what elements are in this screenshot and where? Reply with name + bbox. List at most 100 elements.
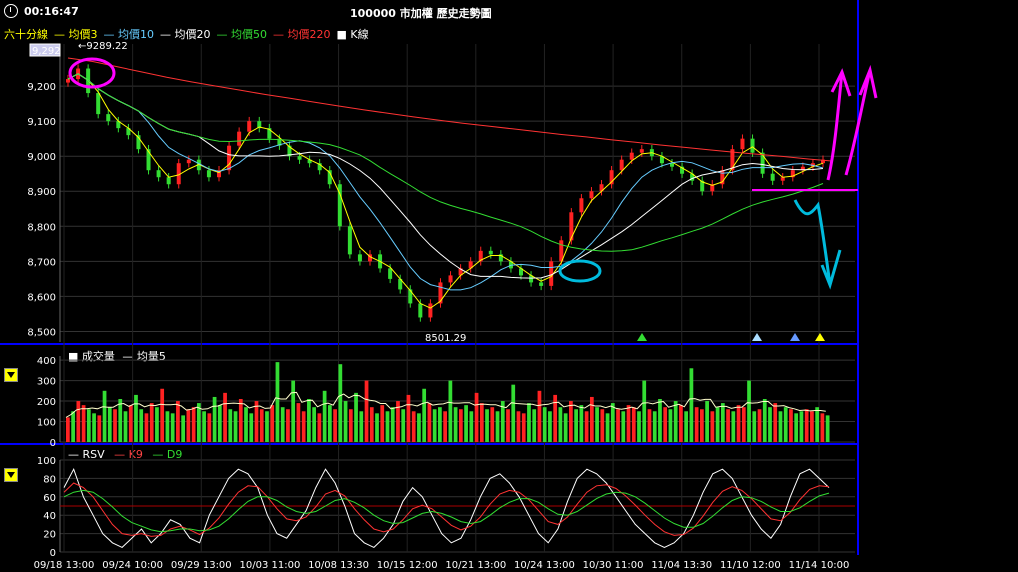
volume-bar [794, 413, 799, 442]
volume-bar [176, 401, 180, 442]
volume-bar [301, 411, 306, 442]
xtick-label: 10/24 13:00 [514, 560, 575, 571]
kd-rsv-line [63, 467, 830, 548]
volume-bar [411, 411, 416, 442]
volume-bar [71, 411, 75, 442]
volume-bar [458, 409, 463, 442]
volume-bar [542, 407, 547, 442]
volume-bar [170, 413, 175, 442]
volume-bar [149, 403, 154, 442]
volume-bar [616, 409, 620, 442]
xtick-label: 09/29 13:00 [171, 560, 232, 571]
volume-bar [307, 399, 311, 442]
volume-bar [736, 405, 741, 442]
volume-bar [233, 411, 238, 442]
chart-canvas[interactable]: 8,500 8,600 8,700 8,800 8,900 9,000 9,100 9,200… [0, 0, 1018, 572]
annotation-circle-cyan [558, 259, 602, 283]
volume-bar [202, 411, 206, 442]
price-ytick-label: 8,600 [27, 292, 56, 303]
volume-bar [631, 407, 636, 442]
volume-bar [747, 380, 751, 442]
volume-bar [254, 401, 259, 442]
volume-bar [705, 401, 709, 442]
candle-body [106, 114, 111, 122]
volume-bar [249, 413, 254, 442]
volume-bar [479, 403, 484, 442]
volume-bar [579, 405, 584, 442]
xtick-label: 11/14 10:00 [789, 560, 850, 571]
volume-bar [165, 411, 170, 442]
volume-bar [600, 409, 605, 442]
volume-bar [490, 407, 495, 442]
volume-bar [86, 409, 91, 442]
price-ytick-label: 8,700 [27, 257, 56, 268]
volume-bar [364, 380, 369, 442]
candle-body [740, 138, 745, 150]
volume-bar [694, 407, 699, 442]
volume-bar [296, 403, 301, 442]
xtick-label: 11/04 13:30 [651, 560, 712, 571]
volume-bar [265, 411, 269, 442]
candle-body [629, 152, 634, 160]
volume-bar [569, 401, 573, 442]
volume-bar [317, 413, 322, 442]
volume-bar [679, 405, 683, 442]
volume-bar [390, 407, 395, 442]
candle-body [579, 198, 584, 213]
volume-bar [275, 362, 280, 442]
signal-marker-1 [752, 333, 762, 341]
volume-bar [259, 409, 264, 442]
volume-bar [134, 394, 138, 442]
xtick-label: 10/15 12:00 [377, 560, 438, 571]
volume-bar [673, 401, 678, 442]
xtick-label: 10/03 11:00 [239, 560, 300, 571]
volume-bar [610, 403, 615, 442]
xtick-label: 10/30 11:00 [583, 560, 644, 571]
candle-body [770, 173, 775, 181]
signal-marker-2 [790, 333, 800, 341]
volume-bar [406, 394, 411, 442]
volume-bar [118, 399, 123, 442]
volume-bar [563, 413, 568, 442]
volume-ytick-label: 100 [37, 418, 56, 429]
candle-body [408, 289, 413, 304]
candle-body [237, 131, 242, 146]
volume-bar [715, 407, 720, 442]
volume-bar [548, 411, 552, 442]
volume-bar [647, 409, 652, 442]
candle-body [206, 170, 211, 178]
volume-bar [558, 407, 563, 442]
volume-bar [762, 399, 767, 442]
signal-marker-0 [637, 333, 647, 341]
candle-body [780, 177, 785, 181]
volume-bar [804, 409, 809, 442]
volume-bar [113, 409, 117, 442]
volume-bar [626, 405, 631, 442]
volume-bar [825, 415, 830, 442]
candle-body [388, 268, 393, 279]
volume-bar [574, 409, 578, 442]
volume-bar [102, 390, 107, 442]
candle-body [428, 303, 433, 318]
candle-body [589, 191, 594, 199]
volume-bar [443, 411, 447, 442]
ma50-line [67, 73, 824, 252]
volume-bar [815, 407, 820, 442]
volume-bar [181, 415, 186, 442]
xtick-label: 09/24 10:00 [102, 560, 163, 571]
candle-body [247, 121, 252, 132]
price-ytick-label: 9,000 [27, 152, 56, 163]
kd-ytick-label: 0 [50, 548, 56, 559]
candle-body [66, 79, 70, 83]
volume-bar [726, 409, 730, 442]
volume-bar [155, 407, 159, 442]
volume-bar [291, 380, 296, 442]
volume-bar [76, 401, 81, 442]
kd-ytick-label: 40 [43, 511, 56, 522]
candle-body [750, 138, 755, 153]
kd-ytick-label: 80 [43, 474, 56, 485]
volume-bar [322, 390, 327, 442]
volume-bar [448, 380, 453, 442]
kd-k9-line [63, 482, 830, 537]
volume-bar [417, 413, 421, 442]
